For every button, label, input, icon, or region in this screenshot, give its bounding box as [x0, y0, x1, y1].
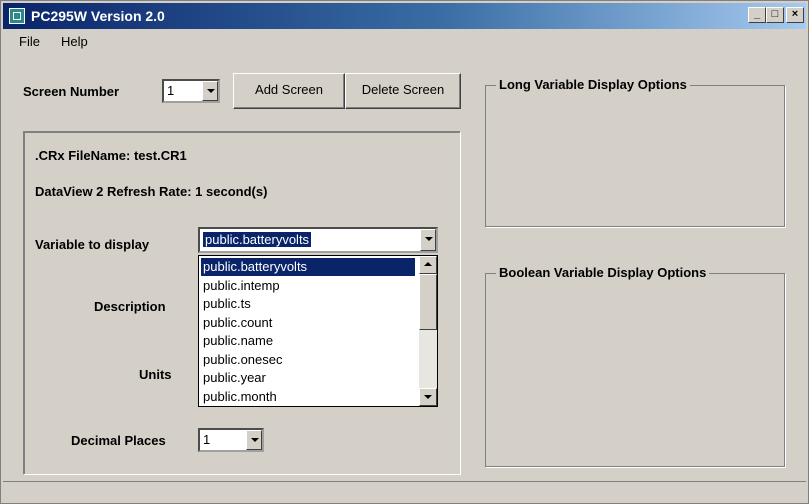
- long-variable-options-group: Long Variable Display Options: [485, 77, 785, 227]
- chevron-down-icon: [251, 438, 259, 442]
- scroll-thumb[interactable]: [419, 274, 437, 330]
- screen-number-select[interactable]: 1: [162, 79, 220, 103]
- scroll-up-button[interactable]: [419, 256, 437, 274]
- decimal-places-dropdown-button[interactable]: [246, 430, 262, 450]
- dropdown-option[interactable]: public.year: [201, 369, 415, 387]
- screen-number-dropdown-button[interactable]: [202, 81, 218, 101]
- window-title: PC295W Version 2.0: [31, 8, 165, 24]
- variable-select[interactable]: public.batteryvolts: [198, 227, 438, 253]
- arrow-up-icon: [424, 262, 432, 266]
- menu-file[interactable]: File: [19, 34, 40, 49]
- dropdown-option[interactable]: public.name: [201, 332, 415, 350]
- arrow-down-icon: [424, 395, 432, 399]
- long-variable-options-title: Long Variable Display Options: [496, 77, 690, 92]
- dropdown-option[interactable]: public.onesec: [201, 351, 415, 369]
- dropdown-option[interactable]: public.month: [201, 388, 415, 406]
- variable-dropdown-button[interactable]: [420, 229, 436, 251]
- decimal-places-select[interactable]: 1: [198, 428, 264, 452]
- close-button[interactable]: ×: [786, 7, 804, 23]
- menu-bar: File Help: [3, 31, 806, 53]
- dropdown-scrollbar[interactable]: [419, 256, 437, 406]
- crx-filename-text: .CRx FileName: test.CR1: [35, 148, 187, 163]
- description-label: Description: [94, 299, 166, 314]
- variable-dropdown-list[interactable]: public.batteryvolts public.intemp public.t…: [198, 255, 438, 407]
- scroll-down-button[interactable]: [419, 388, 437, 406]
- dropdown-option[interactable]: public.ts: [201, 295, 415, 313]
- status-bar: [3, 481, 806, 502]
- maximize-button[interactable]: □: [766, 7, 784, 23]
- delete-screen-button[interactable]: Delete Screen: [345, 73, 461, 109]
- app-icon: [9, 8, 25, 24]
- refresh-rate-text: DataView 2 Refresh Rate: 1 second(s): [35, 184, 268, 199]
- dropdown-option[interactable]: public.intemp: [201, 277, 415, 295]
- boolean-variable-options-group: Boolean Variable Display Options: [485, 265, 785, 467]
- menu-help[interactable]: Help: [61, 34, 88, 49]
- minimize-icon: _: [753, 8, 761, 20]
- title-bar[interactable]: PC295W Version 2.0 _ □ ×: [3, 3, 806, 29]
- variable-to-display-label: Variable to display: [35, 237, 150, 252]
- maximize-icon: □: [771, 8, 779, 20]
- decimal-places-value: 1: [203, 432, 211, 447]
- close-icon: ×: [791, 8, 799, 20]
- dropdown-option[interactable]: public.batteryvolts: [201, 258, 415, 276]
- dropdown-option[interactable]: public.count: [201, 314, 415, 332]
- chevron-down-icon: [207, 89, 215, 93]
- add-screen-button[interactable]: Add Screen: [233, 73, 345, 109]
- minimize-button[interactable]: _: [748, 7, 766, 23]
- main-window: PC295W Version 2.0 _ □ × File Help Scree…: [0, 0, 809, 504]
- decimal-places-label: Decimal Places: [71, 433, 166, 448]
- screen-number-label: Screen Number: [23, 84, 120, 99]
- variable-select-value: public.batteryvolts: [203, 232, 312, 247]
- chevron-down-icon: [425, 237, 433, 241]
- boolean-variable-options-title: Boolean Variable Display Options: [496, 265, 710, 280]
- screen-number-value: 1: [167, 83, 175, 98]
- units-label: Units: [139, 367, 172, 382]
